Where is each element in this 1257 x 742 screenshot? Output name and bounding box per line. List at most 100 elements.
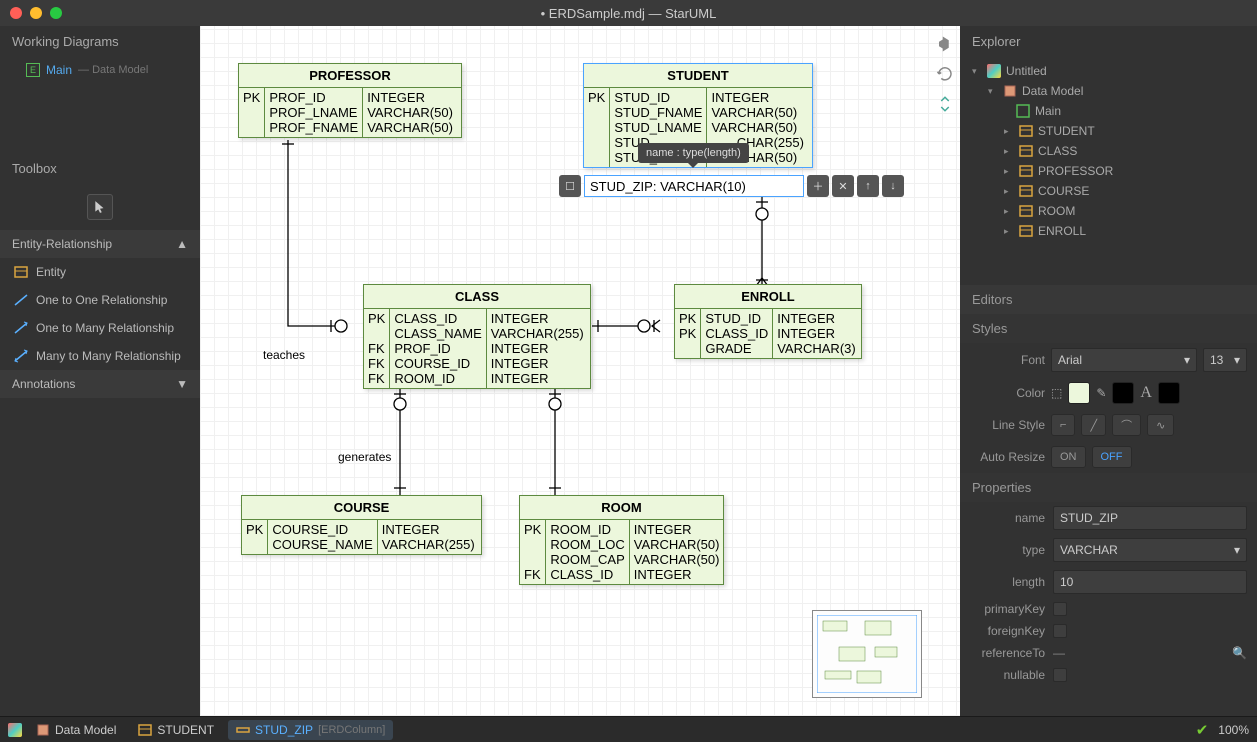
styles-header: Styles bbox=[960, 314, 1257, 343]
statusbar: Data Model STUDENT STUD_ZIP [ERDColumn] … bbox=[0, 716, 1257, 742]
properties-header: Properties bbox=[960, 473, 1257, 502]
chevron-right-icon: ▸ bbox=[1004, 186, 1014, 197]
fill-tool-icon[interactable]: ⬚ bbox=[1051, 386, 1062, 400]
working-diagrams-header: Working Diagrams bbox=[0, 26, 200, 57]
entity-relationship-category[interactable]: Entity-Relationship ▲ bbox=[0, 230, 200, 258]
erd-diagram-icon: E bbox=[26, 63, 40, 77]
sync-icon[interactable] bbox=[935, 94, 955, 114]
entity-icon bbox=[1019, 184, 1033, 198]
chevron-right-icon: ▸ bbox=[1004, 146, 1014, 157]
edit-tooltip: name : type(length) bbox=[638, 143, 749, 163]
one-to-one-tool[interactable]: One to One Relationship bbox=[0, 286, 200, 314]
entity-course[interactable]: COURSE PK COURSE_IDCOURSE_NAME INTEGERVA… bbox=[241, 495, 482, 555]
line-style-round-button[interactable]: ⌒ bbox=[1112, 414, 1141, 436]
foreignkey-checkbox[interactable] bbox=[1053, 624, 1067, 638]
annotations-category[interactable]: Annotations ▼ bbox=[0, 370, 200, 398]
line-style-oblique-button[interactable]: ╱ bbox=[1081, 414, 1106, 436]
collapse-icon: ▲ bbox=[176, 237, 188, 251]
line-style-rect-button[interactable]: ⌐ bbox=[1051, 414, 1075, 436]
validation-ok-icon[interactable]: ✔ bbox=[1196, 721, 1209, 739]
chevron-down-icon: ▾ bbox=[988, 86, 998, 97]
plugin-icon[interactable] bbox=[935, 34, 955, 54]
property-length-input[interactable] bbox=[1053, 570, 1247, 594]
generates-label: generates bbox=[338, 450, 391, 464]
explorer-header: Explorer bbox=[960, 26, 1257, 57]
zoom-level[interactable]: 100% bbox=[1218, 723, 1249, 737]
move-down-button[interactable]: ↓ bbox=[882, 175, 904, 197]
chevron-right-icon: ▸ bbox=[1004, 226, 1014, 237]
text-tool-icon[interactable]: A bbox=[1140, 384, 1152, 402]
window-title: • ERDSample.mdj — StarUML bbox=[541, 6, 717, 21]
many-to-many-tool[interactable]: Many to Many Relationship bbox=[0, 342, 200, 370]
teaches-label: teaches bbox=[263, 348, 305, 362]
entity-tool[interactable]: Entity bbox=[0, 258, 200, 286]
minimize-window-button[interactable] bbox=[30, 7, 42, 19]
left-panel: Working Diagrams E Main — Data Model Too… bbox=[0, 26, 200, 716]
chevron-down-icon: ▾ bbox=[972, 66, 982, 77]
maximize-window-button[interactable] bbox=[50, 7, 62, 19]
delete-column-button[interactable]: ✕ bbox=[832, 175, 854, 197]
line-tool-icon[interactable]: ✎ bbox=[1096, 386, 1106, 400]
right-panel: Explorer ▾ Untitled ▾ Data Model Main ▸S… bbox=[960, 26, 1257, 716]
chevron-right-icon: ▸ bbox=[1004, 206, 1014, 217]
close-window-button[interactable] bbox=[10, 7, 22, 19]
breadcrumb-student[interactable]: STUDENT bbox=[130, 720, 222, 740]
move-up-button[interactable]: ↑ bbox=[857, 175, 879, 197]
tree-root[interactable]: ▾ Untitled bbox=[960, 61, 1257, 81]
entity-icon bbox=[1019, 204, 1033, 218]
entity-icon bbox=[1019, 164, 1033, 178]
titlebar: • ERDSample.mdj — StarUML bbox=[0, 0, 1257, 26]
select-tool-button[interactable] bbox=[87, 194, 113, 220]
expand-icon: ▼ bbox=[176, 377, 188, 391]
nullable-checkbox[interactable] bbox=[1053, 668, 1067, 682]
tree-entity-student[interactable]: ▸STUDENT bbox=[960, 121, 1257, 141]
search-icon[interactable]: 🔍 bbox=[1232, 646, 1247, 660]
explorer-tree: ▾ Untitled ▾ Data Model Main ▸STUDENT▸CL… bbox=[960, 57, 1257, 245]
tree-main-diagram[interactable]: Main bbox=[960, 101, 1257, 121]
one-to-many-tool[interactable]: One to Many Relationship bbox=[0, 314, 200, 342]
tree-entity-room[interactable]: ▸ROOM bbox=[960, 201, 1257, 221]
tree-data-model[interactable]: ▾ Data Model bbox=[960, 81, 1257, 101]
autoresize-off-button[interactable]: OFF bbox=[1092, 446, 1132, 468]
visibility-button[interactable]: ☐ bbox=[559, 175, 581, 197]
one-to-one-icon bbox=[14, 293, 28, 307]
entity-enroll[interactable]: ENROLL PKPK STUD_IDCLASS_IDGRADE INTEGER… bbox=[674, 284, 862, 359]
tree-entity-class[interactable]: ▸CLASS bbox=[960, 141, 1257, 161]
app-icon[interactable] bbox=[8, 723, 22, 737]
property-type-select[interactable]: VARCHAR▾ bbox=[1053, 538, 1247, 562]
one-to-many-icon bbox=[14, 321, 28, 335]
entity-class[interactable]: CLASS PK FKFKFK CLASS_IDCLASS_NAMEPROF_I… bbox=[363, 284, 591, 389]
refresh-icon[interactable] bbox=[935, 64, 955, 84]
entity-icon bbox=[1019, 144, 1033, 158]
chevron-right-icon: ▸ bbox=[1004, 166, 1014, 177]
tree-entity-enroll[interactable]: ▸ENROLL bbox=[960, 221, 1257, 241]
working-diagram-name: Main bbox=[46, 63, 72, 77]
property-name-input[interactable] bbox=[1053, 506, 1247, 530]
primarykey-checkbox[interactable] bbox=[1053, 602, 1067, 616]
breadcrumb-data-model[interactable]: Data Model bbox=[28, 720, 124, 740]
autoresize-on-button[interactable]: ON bbox=[1051, 446, 1086, 468]
entity-professor[interactable]: PROFESSOR PK PROF_IDPROF_LNAMEPROF_FNAME… bbox=[238, 63, 462, 138]
model-icon bbox=[1003, 84, 1017, 98]
tree-entity-course[interactable]: ▸COURSE bbox=[960, 181, 1257, 201]
canvas[interactable]: teaches generates PROFESSOR PK PROF_IDPR… bbox=[200, 26, 960, 716]
font-family-select[interactable]: Arial▾ bbox=[1051, 348, 1197, 372]
working-diagram-sub: — Data Model bbox=[78, 64, 148, 76]
erd-diagram-icon bbox=[1016, 104, 1030, 118]
line-color-swatch[interactable] bbox=[1112, 382, 1134, 404]
minimap[interactable] bbox=[812, 610, 922, 698]
toolbox-header: Toolbox bbox=[0, 153, 200, 184]
add-column-button[interactable]: ＋ bbox=[807, 175, 829, 197]
text-color-swatch[interactable] bbox=[1158, 382, 1180, 404]
breadcrumb-stud-zip[interactable]: STUD_ZIP [ERDColumn] bbox=[228, 720, 393, 740]
line-style-curve-button[interactable]: ∿ bbox=[1147, 414, 1174, 436]
many-to-many-icon bbox=[14, 349, 28, 363]
column-edit-input[interactable] bbox=[584, 175, 804, 197]
working-diagram-main[interactable]: E Main — Data Model bbox=[0, 57, 200, 83]
editors-header: Editors bbox=[960, 285, 1257, 314]
fill-color-swatch[interactable] bbox=[1068, 382, 1090, 404]
font-size-select[interactable]: 13▾ bbox=[1203, 348, 1247, 372]
entity-room[interactable]: ROOM PK FK ROOM_IDROOM_LOCROOM_CAPCLASS_… bbox=[519, 495, 724, 585]
project-icon bbox=[987, 64, 1001, 78]
tree-entity-professor[interactable]: ▸PROFESSOR bbox=[960, 161, 1257, 181]
